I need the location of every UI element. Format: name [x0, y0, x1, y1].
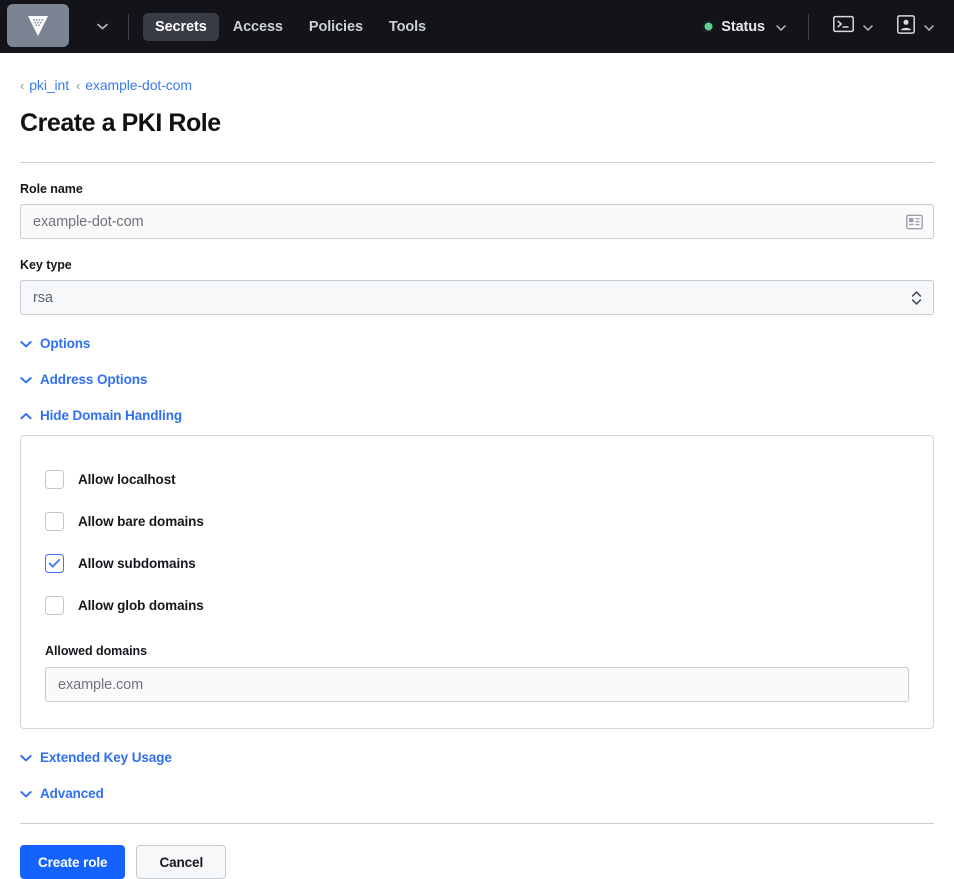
console-menu-button[interactable]: [827, 11, 879, 42]
role-name-input[interactable]: [20, 204, 934, 239]
chevron-down-icon: [20, 754, 32, 762]
breadcrumb-item-example-dot-com[interactable]: ‹ example-dot-com: [76, 77, 192, 93]
chevron-down-icon: [20, 376, 32, 384]
allowed-domains-input[interactable]: [45, 667, 909, 702]
top-navigation-bar: Secrets Access Policies Tools Status: [0, 0, 954, 53]
role-name-field-group: Role name: [20, 182, 934, 239]
accordion-label: Hide Domain Handling: [40, 408, 183, 423]
key-type-select[interactable]: rsa: [20, 280, 934, 315]
accordion-label: Options: [40, 336, 91, 351]
checkbox-label: Allow localhost: [78, 471, 176, 487]
chevron-up-icon: [20, 412, 32, 420]
accordion-toggle-advanced[interactable]: Advanced: [20, 786, 104, 801]
accordion-label: Extended Key Usage: [40, 750, 172, 765]
title-divider: [20, 162, 934, 163]
nav-link-tools[interactable]: Tools: [377, 13, 438, 41]
form-actions: Create role Cancel: [20, 845, 934, 879]
checkbox-label: Allow subdomains: [78, 555, 196, 571]
checkbox-row-allow-localhost[interactable]: Allow localhost: [45, 458, 909, 500]
checkbox-allow-bare-domains[interactable]: [45, 511, 64, 531]
nav-link-access[interactable]: Access: [221, 13, 295, 41]
domain-handling-panel: Allow localhost Allow bare domains Allow…: [20, 435, 934, 729]
status-label: Status: [721, 18, 765, 35]
accordion-toggle-address-options[interactable]: Address Options: [20, 372, 147, 387]
status-chevron-down-icon: [776, 21, 786, 33]
nav-divider-right: [808, 13, 809, 40]
user-menu-button[interactable]: [891, 11, 940, 43]
breadcrumb-label: example-dot-com: [85, 77, 192, 93]
status-menu-button[interactable]: Status: [695, 14, 794, 40]
user-chevron-down-icon: [924, 21, 934, 33]
chevron-down-icon: [20, 340, 32, 348]
main-nav-links: Secrets Access Policies Tools: [143, 12, 438, 41]
role-name-label: Role name: [20, 182, 83, 196]
checkbox-allow-localhost[interactable]: [45, 469, 64, 489]
allowed-domains-label: Allowed domains: [45, 644, 148, 658]
checkbox-row-allow-glob-domains[interactable]: Allow glob domains: [45, 584, 909, 626]
cancel-button[interactable]: Cancel: [136, 845, 227, 879]
page-content: ‹ pki_int ‹ example-dot-com Create a PKI…: [0, 53, 954, 879]
chevron-down-icon: [20, 790, 32, 798]
accordion-label: Advanced: [40, 786, 104, 801]
checkbox-allow-glob-domains[interactable]: [45, 595, 64, 615]
chevron-left-icon: ‹: [76, 77, 81, 93]
create-role-button[interactable]: Create role: [20, 845, 126, 879]
user-avatar-icon: [897, 14, 915, 39]
allowed-domains-field-group: Allowed domains: [45, 644, 909, 702]
terminal-icon: [833, 15, 854, 38]
key-type-label: Key type: [20, 258, 72, 272]
checkbox-allow-subdomains[interactable]: [45, 553, 64, 573]
chevron-left-icon: ‹: [20, 77, 25, 93]
namespace-picker-chevron-down-icon[interactable]: [85, 12, 120, 42]
nav-link-policies[interactable]: Policies: [297, 13, 375, 41]
status-indicator-dot-icon: [703, 21, 715, 32]
checkbox-label: Allow bare domains: [78, 513, 204, 529]
actions-divider: [20, 823, 934, 824]
breadcrumb: ‹ pki_int ‹ example-dot-com: [20, 53, 934, 93]
accordion-toggle-options[interactable]: Options: [20, 336, 90, 351]
checkmark-icon: [48, 558, 61, 567]
role-name-input-wrapper: [20, 204, 934, 239]
accordion-toggle-extended-key-usage[interactable]: Extended Key Usage: [20, 750, 172, 765]
nav-link-secrets[interactable]: Secrets: [143, 12, 219, 41]
key-type-select-wrapper: rsa: [20, 280, 934, 315]
nav-divider-left: [128, 13, 129, 40]
nav-right-cluster: Status: [695, 11, 940, 43]
accordion-toggle-domain-handling[interactable]: Hide Domain Handling: [20, 408, 182, 423]
select-updown-icon: [911, 290, 922, 306]
checkbox-row-allow-bare-domains[interactable]: Allow bare domains: [45, 500, 909, 542]
vault-logo-button[interactable]: [7, 4, 69, 47]
console-chevron-down-icon: [863, 21, 873, 33]
page-title: Create a PKI Role: [20, 109, 221, 137]
key-type-field-group: Key type rsa: [20, 258, 934, 315]
key-type-selected-value: rsa: [33, 289, 53, 306]
checkbox-label: Allow glob domains: [78, 597, 204, 613]
breadcrumb-item-pki-int[interactable]: ‹ pki_int: [20, 77, 69, 93]
vault-logo-icon: [27, 14, 49, 38]
breadcrumb-label: pki_int: [29, 77, 70, 93]
accordion-label: Address Options: [40, 372, 148, 387]
checkbox-row-allow-subdomains[interactable]: Allow subdomains: [45, 542, 909, 584]
